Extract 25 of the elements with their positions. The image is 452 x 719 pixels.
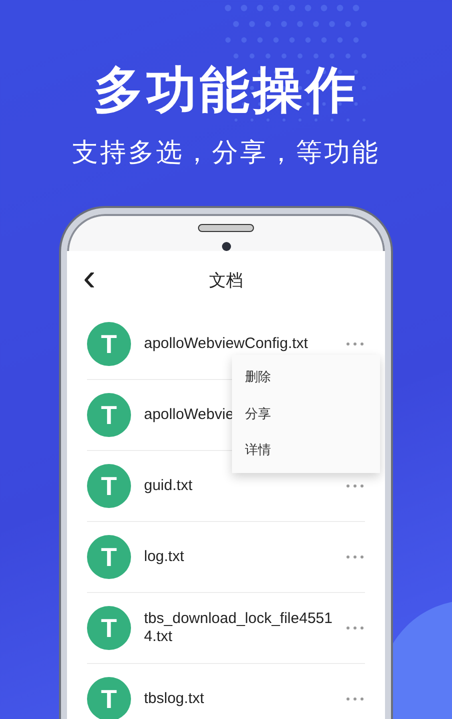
file-type-icon: T	[87, 535, 131, 579]
file-name[interactable]: guid.txt	[144, 477, 345, 495]
file-name[interactable]: apolloWebviewConfig.txt	[144, 335, 345, 353]
file-name[interactable]: tbslog.txt	[144, 690, 345, 708]
file-name[interactable]: log.txt	[144, 548, 345, 566]
file-type-icon: T	[87, 606, 131, 650]
more-icon[interactable]	[346, 484, 364, 488]
file-type-icon: T	[87, 393, 131, 437]
menu-item[interactable]: 分享	[232, 396, 380, 432]
more-icon[interactable]	[346, 697, 364, 701]
headline: 多功能操作	[94, 62, 358, 118]
camera-icon	[222, 242, 230, 251]
file-type-icon: T	[87, 677, 131, 719]
menu-item[interactable]: 删除	[232, 359, 380, 396]
more-icon[interactable]	[346, 555, 364, 559]
back-button[interactable]: ‹	[79, 261, 100, 295]
subtitle: 支持多选，分享，等功能	[72, 136, 380, 168]
more-icon[interactable]	[346, 626, 364, 630]
file-type-icon: T	[87, 464, 131, 508]
file-name[interactable]: tbs_download_lock_file45514.txt	[144, 610, 345, 646]
menu-item[interactable]: 详情	[232, 432, 380, 468]
file-type-icon: T	[87, 322, 131, 366]
speaker-grille	[198, 224, 254, 232]
more-icon[interactable]	[346, 342, 364, 346]
screen-title: 文档	[209, 270, 243, 292]
